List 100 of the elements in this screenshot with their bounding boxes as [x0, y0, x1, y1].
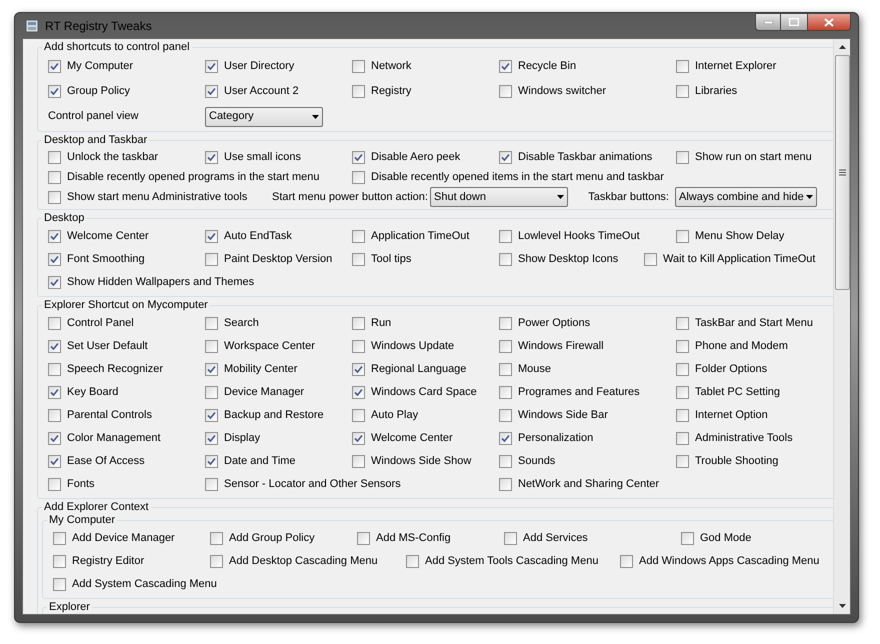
checkbox[interactable] [499, 60, 512, 73]
scroll-up-icon[interactable] [838, 45, 846, 49]
checkbox[interactable] [352, 409, 365, 422]
checkbox[interactable] [499, 340, 512, 353]
checkbox[interactable] [499, 386, 512, 399]
maximize-button[interactable] [781, 13, 807, 31]
checkbox[interactable] [499, 432, 512, 445]
checkbox[interactable] [48, 409, 61, 422]
checkbox[interactable] [352, 253, 365, 266]
checkbox[interactable] [499, 253, 512, 266]
checkbox[interactable] [676, 455, 689, 468]
checkbox[interactable] [352, 363, 365, 376]
checkbox[interactable] [48, 432, 61, 445]
checkmark-icon [354, 434, 363, 443]
checkbox[interactable] [499, 455, 512, 468]
checkbox[interactable] [352, 340, 365, 353]
checkbox[interactable] [352, 150, 365, 164]
checkbox[interactable] [205, 363, 218, 376]
checkbox[interactable] [205, 60, 218, 73]
checkbox[interactable] [676, 363, 689, 376]
close-button[interactable] [807, 13, 851, 31]
minimize-icon [764, 20, 772, 24]
checkbox[interactable] [205, 455, 218, 468]
checkbox[interactable] [499, 230, 512, 243]
checkbox[interactable] [499, 85, 512, 98]
checkbox[interactable] [48, 170, 61, 184]
checkbox[interactable] [53, 578, 66, 591]
checkbox[interactable] [48, 386, 61, 399]
checkbox[interactable] [676, 85, 689, 98]
checkbox[interactable] [48, 253, 61, 266]
checkbox[interactable] [352, 455, 365, 468]
checkbox[interactable] [676, 230, 689, 243]
checkbox[interactable] [357, 532, 370, 545]
checkbox[interactable] [676, 60, 689, 73]
checkbox[interactable] [676, 386, 689, 399]
checkbox[interactable] [504, 532, 517, 545]
checkbox-label: Add MS-Config [376, 531, 451, 546]
checkbox[interactable] [352, 432, 365, 445]
checkbox[interactable] [676, 340, 689, 353]
checkbox[interactable] [352, 60, 365, 73]
checkbox[interactable] [48, 150, 61, 164]
checkbox[interactable] [205, 432, 218, 445]
checkbox[interactable] [210, 532, 223, 545]
checkbox[interactable] [205, 386, 218, 399]
checkbox[interactable] [352, 386, 365, 399]
scroll-down-icon[interactable] [838, 604, 846, 608]
checkbox-label: Add System Tools Cascading Menu [425, 554, 598, 570]
checkbox[interactable] [620, 555, 633, 568]
checkbox[interactable] [499, 150, 512, 164]
checkbox-label: Use small icons [224, 150, 302, 165]
checkbox[interactable] [352, 170, 365, 184]
checkbox[interactable] [676, 432, 689, 445]
checkbox-label: Workspace Center [224, 339, 315, 354]
checkbox[interactable] [681, 532, 694, 545]
checkbox[interactable] [676, 409, 689, 422]
group-title: Desktop [43, 212, 86, 225]
checkbox[interactable] [676, 317, 689, 330]
checkbox[interactable] [352, 230, 365, 243]
checkbox[interactable] [48, 190, 61, 204]
checkbox[interactable] [48, 478, 61, 491]
checkbox[interactable] [48, 317, 61, 330]
checkbox[interactable] [48, 363, 61, 376]
checkbox[interactable] [205, 253, 218, 266]
checkbox[interactable] [48, 455, 61, 468]
checkbox[interactable] [352, 85, 365, 98]
checkbox[interactable] [205, 409, 218, 422]
checkbox[interactable] [352, 317, 365, 330]
checkbox[interactable] [205, 340, 218, 353]
checkbox[interactable] [205, 317, 218, 330]
dropdown[interactable]: Category [205, 106, 323, 126]
checkbox-label: Personalization [518, 431, 594, 446]
minimize-button[interactable] [755, 13, 781, 31]
checkbox-label: Phone and Modem [695, 339, 788, 354]
checkbox[interactable] [406, 555, 419, 568]
dropdown[interactable]: Always combine and hide [675, 187, 817, 207]
checkbox[interactable] [48, 85, 61, 98]
checkbox[interactable] [53, 555, 66, 568]
checkbox[interactable] [499, 409, 512, 422]
checkbox[interactable] [210, 555, 223, 568]
dropdown[interactable]: Shut down [430, 187, 568, 207]
scrollbar[interactable] [833, 39, 850, 614]
checkbox[interactable] [499, 317, 512, 330]
checkbox[interactable] [48, 230, 61, 243]
checkbox-label: Registry Editor [72, 554, 144, 570]
checkbox[interactable] [205, 230, 218, 243]
checkbox[interactable] [499, 363, 512, 376]
checkbox-label: Group Policy [67, 84, 130, 100]
checkbox[interactable] [205, 478, 218, 491]
checkbox[interactable] [48, 60, 61, 73]
checkbox[interactable] [205, 85, 218, 98]
scroll-thumb[interactable] [834, 55, 850, 290]
checkbox[interactable] [499, 478, 512, 491]
checkbox[interactable] [676, 150, 689, 164]
checkbox[interactable] [48, 276, 61, 289]
checkbox-label: Unlock the taskbar [67, 150, 158, 165]
checkbox[interactable] [53, 532, 66, 545]
checkbox[interactable] [205, 150, 218, 164]
checkbox-label: Registry [371, 84, 412, 100]
checkbox[interactable] [644, 253, 657, 266]
checkbox[interactable] [48, 340, 61, 353]
